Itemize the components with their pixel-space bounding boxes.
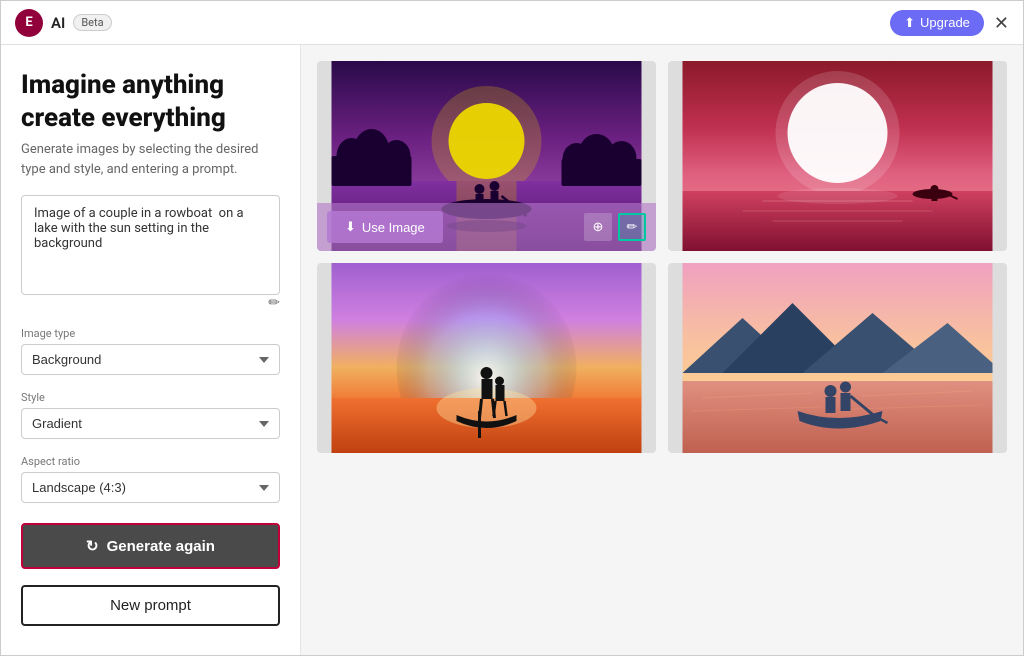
edit-icon-1: ✏ [627, 219, 638, 235]
image-grid: ⬇ Use Image ⊕ ✏ [317, 61, 1007, 453]
upgrade-icon: ⬆ [904, 15, 915, 31]
image-type-group: Image type Background Portrait Landscape… [21, 327, 280, 375]
header-left: E AI Beta [15, 9, 112, 37]
header: E AI Beta ⬆ Upgrade ✕ [1, 1, 1023, 45]
aspect-ratio-group: Aspect ratio Landscape (4:3) Portrait (3… [21, 455, 280, 503]
elementor-logo: E [15, 9, 43, 37]
hero-title: Imagine anything create everything [21, 69, 280, 134]
image-card-3[interactable] [317, 263, 656, 453]
generate-button[interactable]: ↻ Generate again [21, 523, 280, 569]
right-panel: ⬇ Use Image ⊕ ✏ [301, 45, 1023, 655]
hero-section: Imagine anything create everything Gener… [21, 69, 280, 179]
edit-button-1[interactable]: ✏ [618, 213, 646, 241]
style-group: Style Gradient Realistic Cartoon Sketch [21, 391, 280, 439]
image-overlay-1: ⬇ Use Image ⊕ ✏ [317, 203, 656, 251]
image-card-2[interactable] [668, 61, 1007, 251]
use-image-icon-1: ⬇ [345, 219, 356, 235]
image-type-select[interactable]: Background Portrait Landscape Abstract [21, 344, 280, 375]
ai-label: AI [51, 14, 65, 32]
close-button[interactable]: ✕ [994, 14, 1009, 32]
beta-badge: Beta [73, 14, 111, 31]
prompt-edit-row: ✏ [21, 295, 280, 311]
header-right: ⬆ Upgrade ✕ [890, 10, 1009, 36]
use-image-button-1[interactable]: ⬇ Use Image [327, 211, 443, 243]
aspect-ratio-label: Aspect ratio [21, 455, 280, 468]
main-content: Imagine anything create everything Gener… [1, 45, 1023, 655]
app-container: E AI Beta ⬆ Upgrade ✕ Imagine anything c… [0, 0, 1024, 656]
new-prompt-button[interactable]: New prompt [21, 585, 280, 626]
style-select[interactable]: Gradient Realistic Cartoon Sketch [21, 408, 280, 439]
generate-icon: ↻ [86, 537, 99, 555]
aspect-ratio-select[interactable]: Landscape (4:3) Portrait (3:4) Square (1… [21, 472, 280, 503]
image-card-1[interactable]: ⬇ Use Image ⊕ ✏ [317, 61, 656, 251]
use-image-label-1: Use Image [362, 220, 425, 235]
style-label: Style [21, 391, 280, 404]
image-type-label: Image type [21, 327, 280, 340]
zoom-icon-1: ⊕ [593, 219, 604, 235]
zoom-button-1[interactable]: ⊕ [584, 213, 612, 241]
image-card-4[interactable] [668, 263, 1007, 453]
prompt-edit-icon[interactable]: ✏ [268, 295, 280, 311]
prompt-textarea[interactable]: Image of a couple in a rowboat on a lake… [21, 195, 280, 295]
overlay-actions-1: ⊕ ✏ [584, 213, 646, 241]
prompt-section: Image of a couple in a rowboat on a lake… [21, 195, 280, 311]
generate-label: Generate again [107, 538, 215, 555]
upgrade-button[interactable]: ⬆ Upgrade [890, 10, 984, 36]
hero-subtitle: Generate images by selecting the desired… [21, 140, 280, 179]
left-panel: Imagine anything create everything Gener… [1, 45, 301, 655]
